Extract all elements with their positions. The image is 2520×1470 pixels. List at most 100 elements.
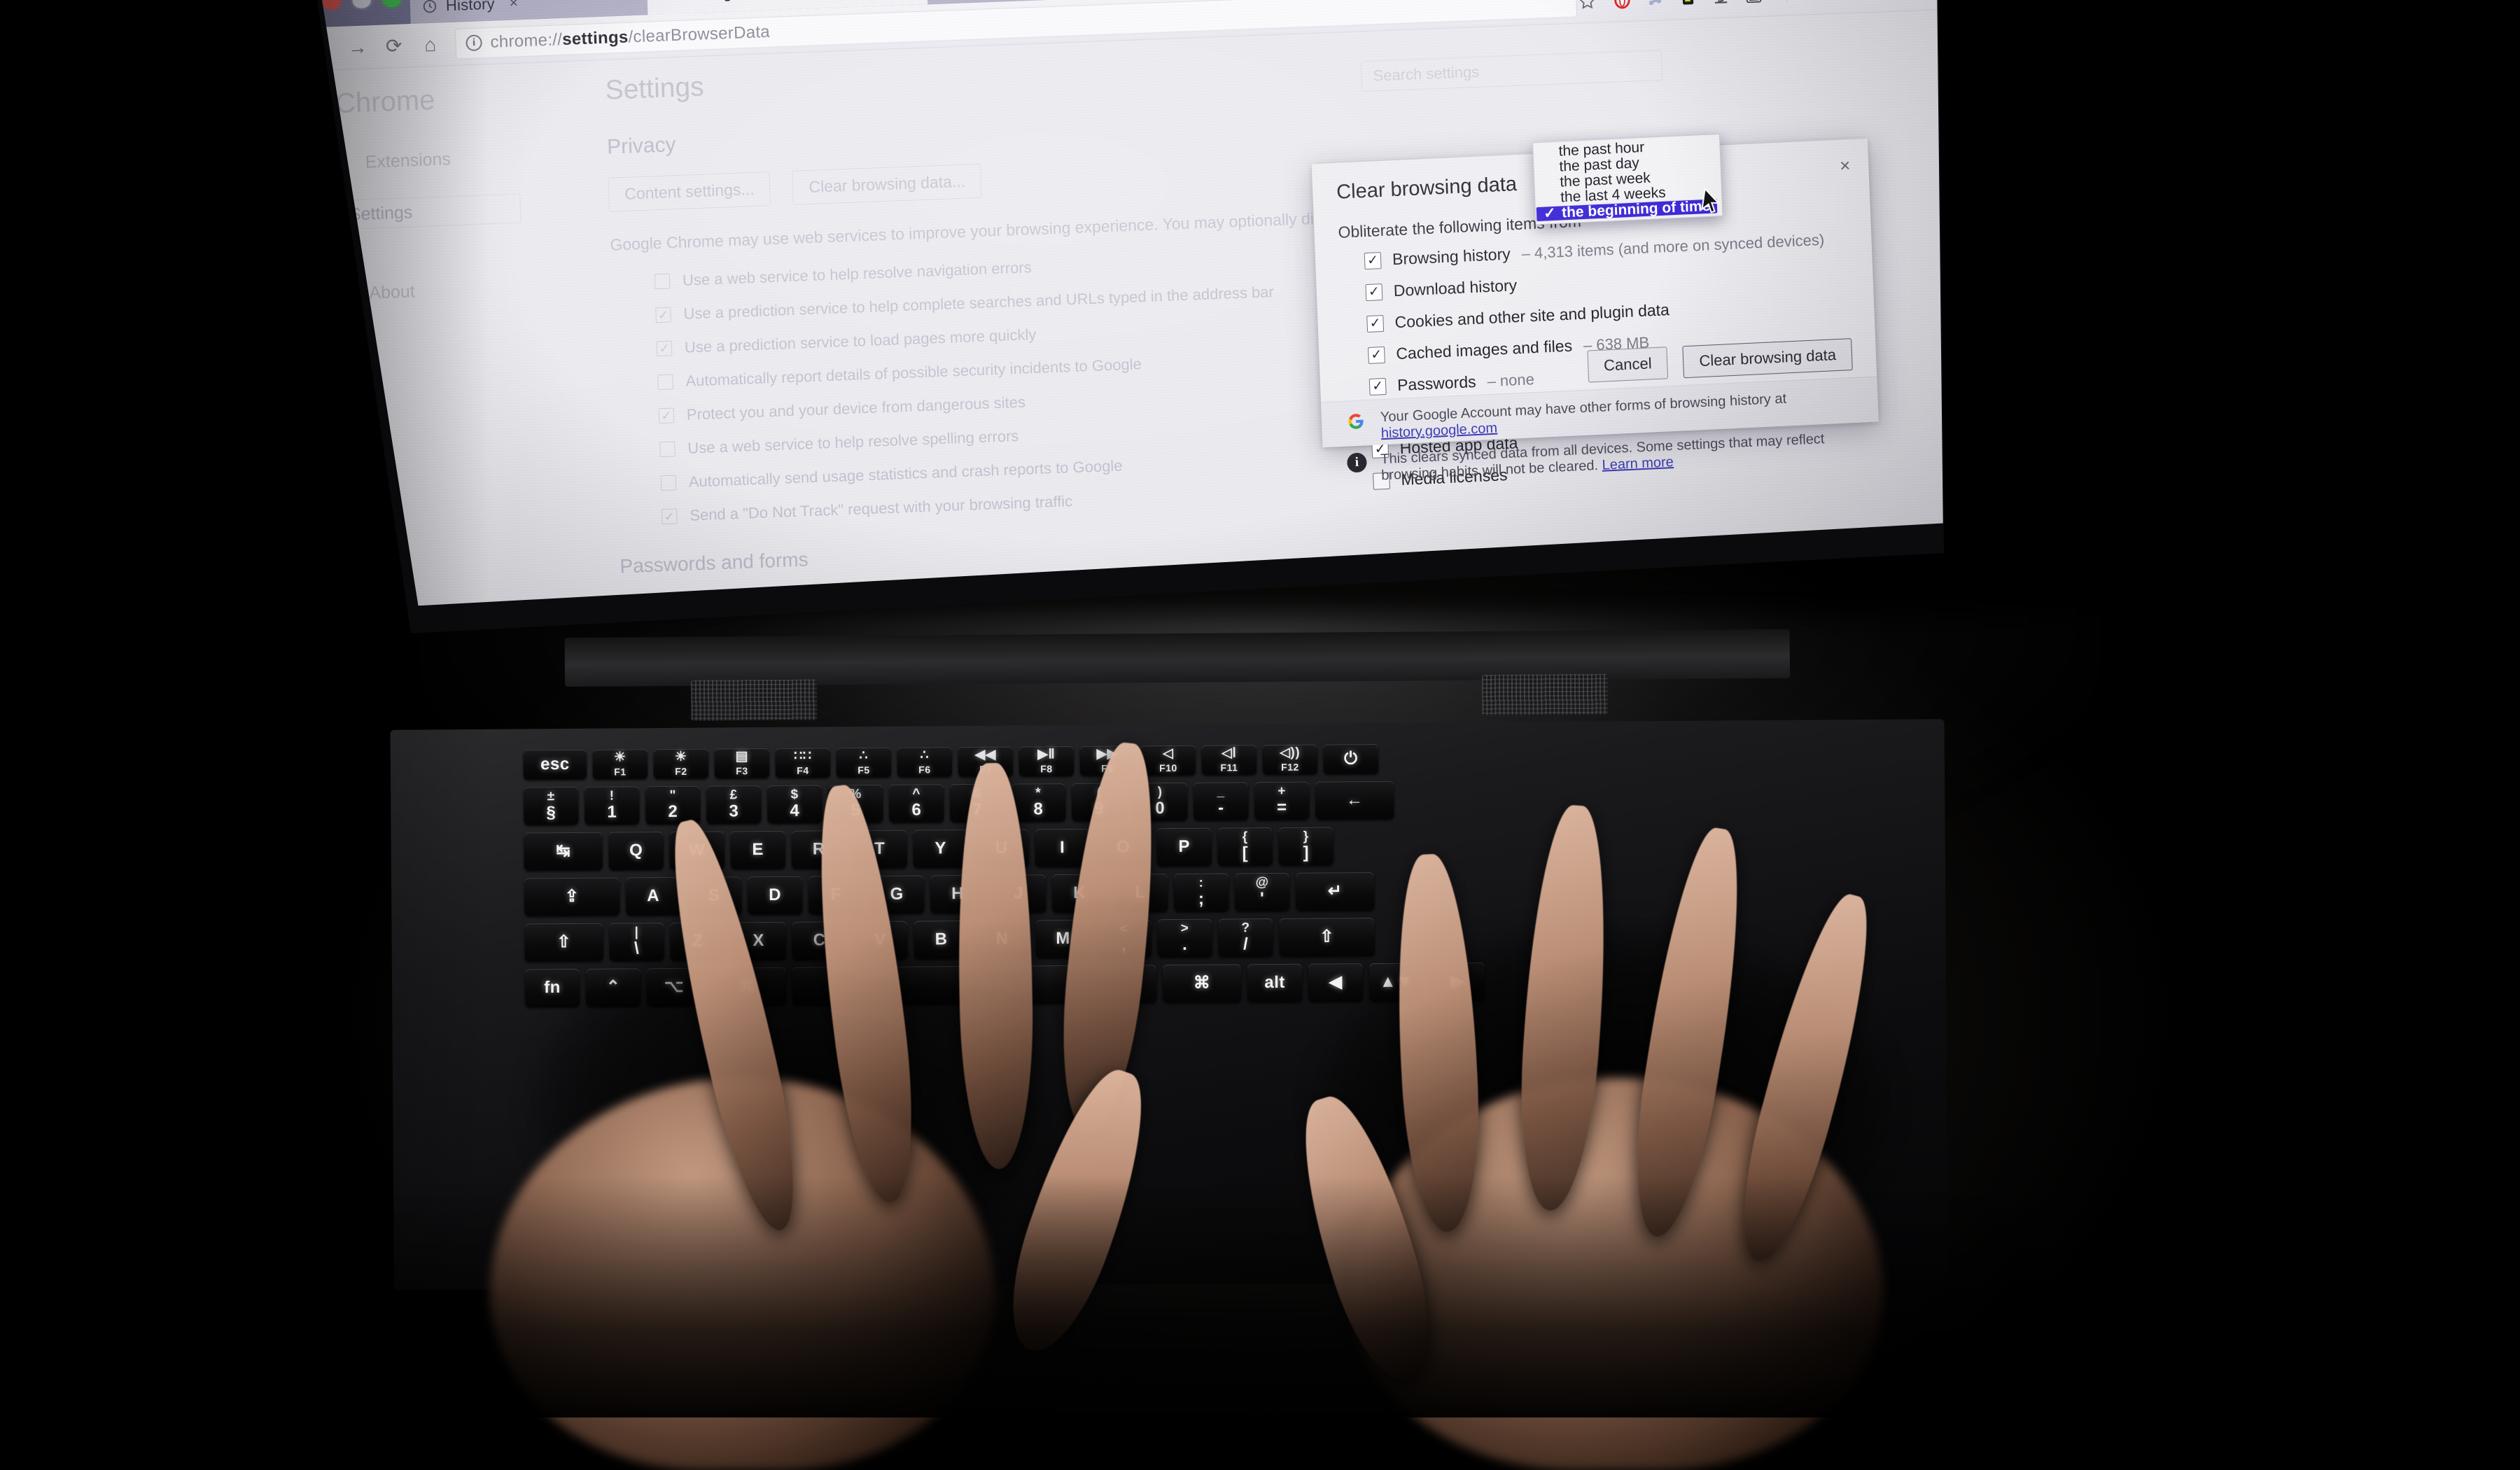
key-f8[interactable]: ▶Ⅱ F8 <box>1018 746 1074 776</box>
key-q[interactable]: Q <box>608 832 664 870</box>
key-key[interactable]: ← <box>1315 780 1394 820</box>
key-key[interactable]: ⇧ <box>524 923 603 962</box>
key-f3[interactable]: ▤ F3 <box>714 748 770 778</box>
key-key[interactable]: ⌘ <box>707 967 787 1006</box>
key-key[interactable]: ± § <box>524 786 579 825</box>
zoom-window-button[interactable] <box>382 0 401 8</box>
music-icon[interactable] <box>1644 0 1666 9</box>
key-key[interactable]: ▶ <box>1429 962 1485 1001</box>
star-icon[interactable] <box>1576 0 1598 12</box>
key-g[interactable]: G <box>869 875 925 913</box>
key-j[interactable]: J <box>990 874 1046 913</box>
key-key[interactable]: <, <box>1096 919 1152 958</box>
minimize-window-button[interactable] <box>352 0 371 8</box>
key-key[interactable]: ? / <box>1218 918 1273 957</box>
key-key[interactable]: }] <box>1278 827 1334 865</box>
key-key[interactable]: + = <box>1254 781 1310 820</box>
dialog-close-icon[interactable]: × <box>1840 155 1851 177</box>
key-key[interactable]: | \ <box>609 923 664 961</box>
key-1[interactable]: ! 1 <box>584 786 640 825</box>
checkbox-icon[interactable]: ✓ <box>1368 346 1385 363</box>
key-u[interactable]: U <box>974 829 1029 867</box>
key-f4[interactable]: ∷∷ F4 <box>775 748 831 778</box>
key-k[interactable]: K <box>1051 874 1107 913</box>
key-f[interactable]: F <box>808 876 864 914</box>
key-e[interactable]: E <box>730 830 785 869</box>
key-f5[interactable]: ∴ F5 <box>836 747 891 778</box>
key-r[interactable]: R <box>791 830 846 869</box>
forward-icon[interactable]: → <box>339 36 376 59</box>
key-key[interactable]: ⇪ <box>524 877 620 916</box>
key-p[interactable]: P <box>1156 827 1212 867</box>
key-f7[interactable]: ◀◀ F7 <box>958 746 1013 777</box>
key-z[interactable]: Z <box>670 922 725 960</box>
key-0[interactable]: ) 0 <box>1133 782 1188 821</box>
key-key[interactable]: ↵ <box>1295 872 1375 911</box>
checkbox-icon[interactable]: ✓ <box>1365 284 1382 301</box>
key-key[interactable]: {[ <box>1217 827 1273 866</box>
key-key[interactable]: ⏻ <box>1323 743 1378 774</box>
key-f11[interactable]: ◁Ⅰ F11 <box>1201 745 1256 775</box>
key-f1[interactable]: ☀ F1 <box>592 749 648 779</box>
pocket-icon[interactable] <box>1710 0 1732 7</box>
key-v[interactable]: V <box>853 920 908 960</box>
key-n[interactable]: N <box>974 920 1030 958</box>
skitch-icon[interactable] <box>1875 0 1896 1</box>
opera-icon[interactable] <box>1611 0 1633 10</box>
checkbox-icon[interactable] <box>664 595 680 611</box>
key-o[interactable]: O <box>1096 828 1151 867</box>
key-alt[interactable]: alt <box>1247 963 1303 1002</box>
key-y[interactable]: Y <box>913 830 968 868</box>
highlighter-icon[interactable] <box>1677 0 1699 8</box>
key-x[interactable]: X <box>731 921 786 960</box>
key-f2[interactable]: ☀ F2 <box>653 748 709 779</box>
key-6[interactable]: ^ 6 <box>889 784 944 822</box>
key-key[interactable]: ⌘ <box>1162 964 1242 1003</box>
key-a[interactable]: A <box>625 876 681 916</box>
key-d[interactable]: D <box>747 876 803 915</box>
key-l[interactable]: L <box>1112 874 1168 912</box>
key-f6[interactable]: ∴ F6 <box>897 747 952 777</box>
key-5[interactable]: % 5 <box>828 784 883 823</box>
cancel-button[interactable]: Cancel <box>1587 346 1668 382</box>
key-key[interactable]: ⌃ <box>585 968 641 1007</box>
home-icon[interactable]: ⌂ <box>412 33 449 57</box>
checkbox-icon[interactable]: ✓ <box>1369 377 1387 395</box>
key-m[interactable]: M <box>1035 919 1091 958</box>
key-f10[interactable]: ◁ F10 <box>1140 745 1196 776</box>
key-key[interactable]: ⌥ <box>646 967 702 1007</box>
sync-learn-more-link[interactable]: Learn more <box>1602 454 1674 473</box>
cast-icon[interactable] <box>1809 0 1830 4</box>
tab-close-icon[interactable]: × <box>509 0 518 12</box>
key-key[interactable]: ◀ <box>1308 963 1364 1002</box>
key-f9[interactable]: ▶▶ F9 <box>1079 746 1135 776</box>
key-esc[interactable]: esc <box>523 749 587 780</box>
key-key[interactable]: ⇧ <box>1279 917 1375 956</box>
key-key[interactable]: >. <box>1157 918 1212 958</box>
key-c[interactable]: C <box>792 921 847 960</box>
close-window-button[interactable] <box>322 0 341 10</box>
info-circle-icon[interactable]: i <box>465 34 482 51</box>
key-f12[interactable]: ◁)) F12 <box>1262 744 1317 775</box>
key-key[interactable]: @ ' <box>1234 872 1290 911</box>
key-h[interactable]: H <box>930 874 986 913</box>
key-2[interactable]: " 2 <box>645 785 701 825</box>
key-key[interactable]: ▲▼ <box>1368 962 1424 1002</box>
key-fn[interactable]: fn <box>524 968 580 1007</box>
key-3[interactable]: £3 <box>706 785 762 824</box>
key-key[interactable]: _ - <box>1194 782 1249 820</box>
key-4[interactable]: $4 <box>767 785 822 823</box>
key-key[interactable]: ↹ <box>524 832 603 871</box>
key-key[interactable]: :; <box>1173 873 1229 911</box>
download-icon[interactable] <box>1743 0 1765 6</box>
key-i[interactable]: I <box>1035 828 1090 867</box>
key-t[interactable]: T <box>852 830 907 869</box>
key-8[interactable]: * 8 <box>1011 783 1066 822</box>
checkbox-icon[interactable]: ✓ <box>1366 314 1384 332</box>
key-7[interactable]: & 7 <box>950 783 1005 822</box>
time-range-dropdown[interactable]: the past hour the past day the past week… <box>1532 134 1723 225</box>
reload-icon[interactable]: ⟳ <box>375 34 412 58</box>
key-s[interactable]: S <box>686 876 742 915</box>
checkbox-icon[interactable]: ✓ <box>1364 252 1382 270</box>
key-9[interactable]: (9 <box>1072 783 1127 821</box>
